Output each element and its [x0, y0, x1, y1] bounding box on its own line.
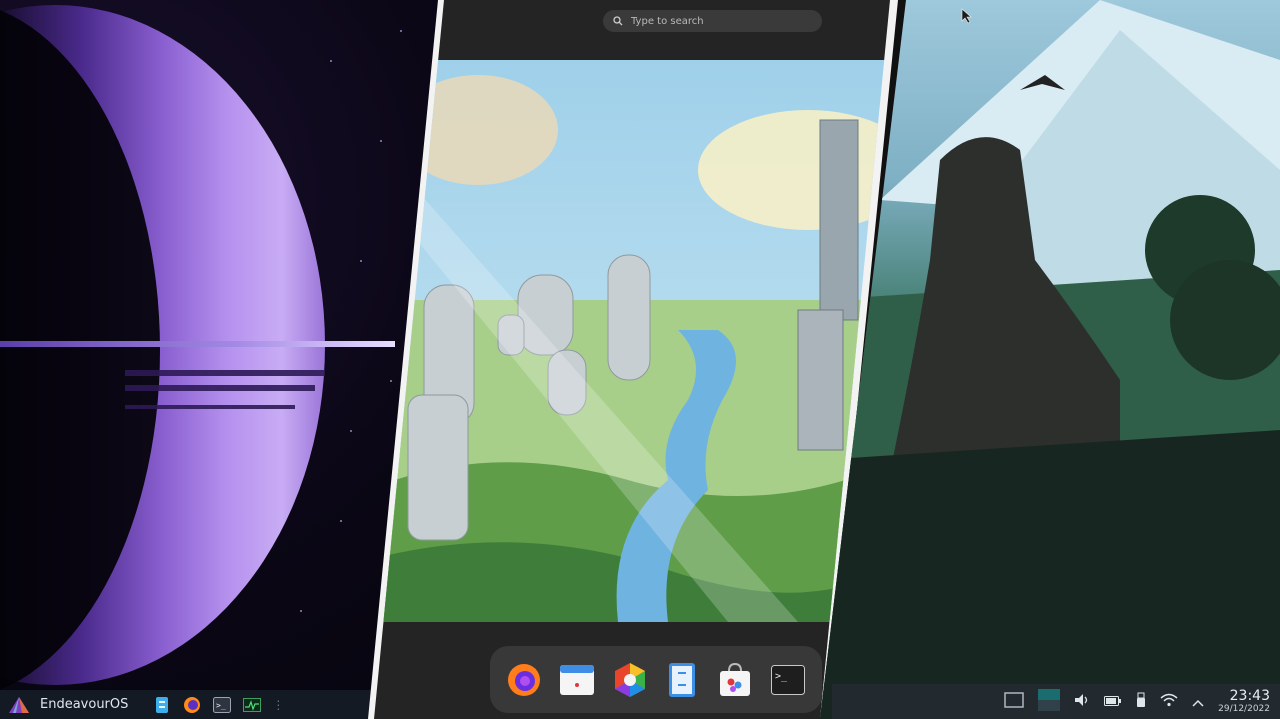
- xfce-desktop-panel: [820, 0, 1280, 719]
- clock-date: 29/12/2022: [1218, 704, 1270, 714]
- desktop-comparison: EndeavourOS >_ ⋮ Type to search >_ 23:43…: [0, 0, 1280, 719]
- dock-calendar-icon[interactable]: [557, 660, 597, 700]
- volume-icon[interactable]: [1074, 692, 1090, 711]
- kde-desktop-panel: [0, 0, 440, 719]
- clock[interactable]: 23:43 29/12/2022: [1218, 689, 1270, 714]
- battery-icon[interactable]: [1104, 692, 1122, 711]
- usb-icon[interactable]: [1136, 692, 1146, 712]
- search-box[interactable]: [603, 10, 822, 32]
- gnome-dock: >_: [490, 646, 822, 713]
- dock-software-center-icon[interactable]: [715, 660, 755, 700]
- planet-ring: [0, 341, 395, 347]
- tray-expand-chevron-up-icon[interactable]: [1192, 692, 1204, 711]
- mouse-cursor-icon: [961, 8, 972, 24]
- search-icon: [613, 16, 623, 26]
- endeavouros-logo-icon[interactable]: [8, 696, 30, 714]
- firefox-icon[interactable]: [182, 695, 202, 715]
- dock-firefox-icon[interactable]: [504, 660, 544, 700]
- search-input[interactable]: [631, 15, 791, 27]
- more-dots-icon[interactable]: ⋮: [272, 698, 284, 712]
- wifi-icon[interactable]: [1160, 692, 1178, 711]
- dock-software-hexagon-icon[interactable]: [610, 660, 650, 700]
- dock-file-manager-icon[interactable]: [662, 660, 702, 700]
- dock-terminal-icon[interactable]: >_: [768, 660, 808, 700]
- kde-taskbar: EndeavourOS >_ ⋮: [0, 690, 372, 719]
- show-desktop-icon[interactable]: [1004, 691, 1024, 712]
- workspace-icon[interactable]: [1038, 688, 1061, 715]
- distro-label[interactable]: EndeavourOS: [40, 697, 128, 712]
- gnome-overview-topbar: [374, 0, 890, 60]
- file-manager-icon[interactable]: [152, 695, 172, 715]
- terminal-icon[interactable]: >_: [212, 695, 232, 715]
- mountain-forest-wallpaper: [820, 0, 1280, 719]
- xfce-taskbar: 23:43 29/12/2022: [832, 684, 1280, 719]
- system-monitor-icon[interactable]: [242, 695, 262, 715]
- gnome-desktop-panel: >_: [374, 0, 890, 719]
- svg-text:>_: >_: [216, 701, 226, 710]
- landscape-wallpaper: [374, 60, 890, 622]
- svg-text:>_: >_: [775, 671, 788, 682]
- clock-time: 23:43: [1229, 688, 1270, 704]
